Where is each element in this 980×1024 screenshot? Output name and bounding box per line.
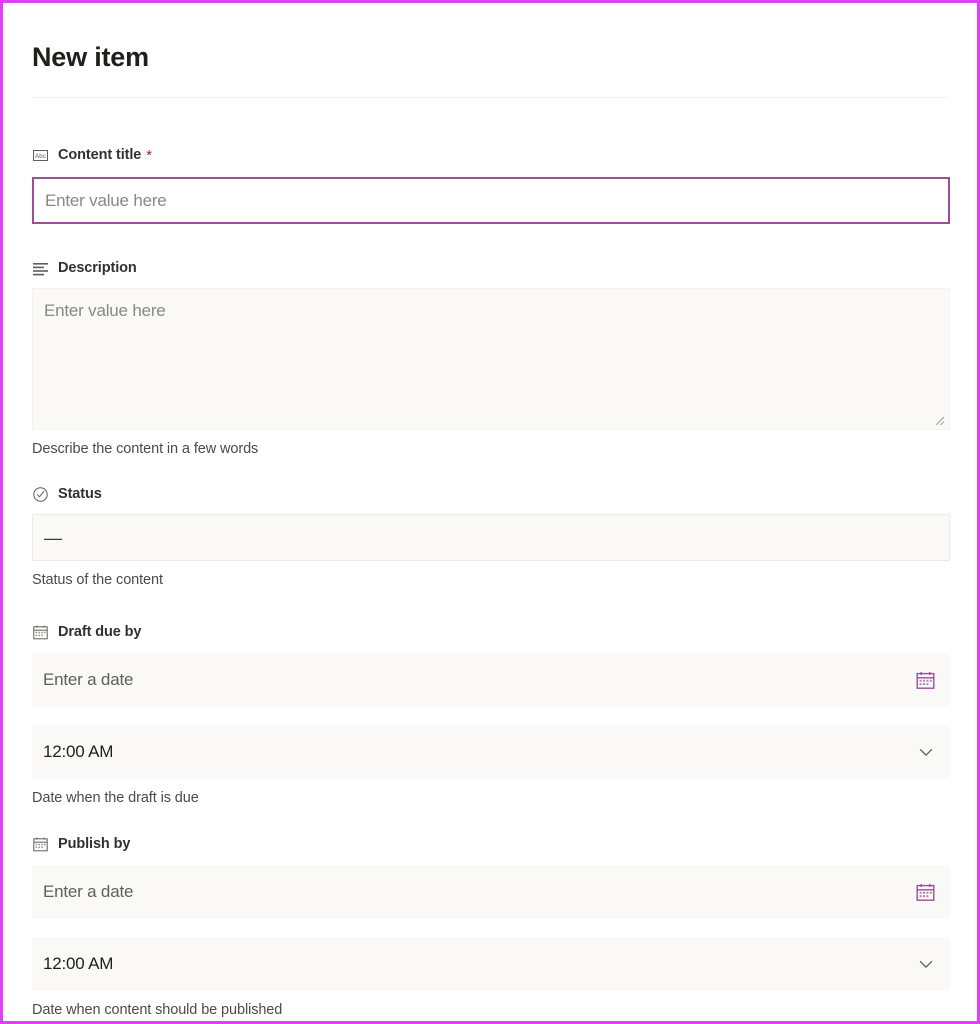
field-label-content-title: Abc Content title *: [32, 144, 950, 166]
field-content-title: Abc Content title * Enter value here: [32, 144, 950, 224]
field-label-draft-due-by: Draft due by: [32, 621, 950, 643]
circle-check-icon: [32, 486, 49, 503]
field-label-text: Draft due by: [58, 624, 142, 640]
browser-viewport-frame: New item Abc Content title * Enter value…: [0, 0, 980, 1024]
publish-by-date-placeholder: Enter a date: [43, 882, 134, 901]
publish-by-time-select[interactable]: 12:00 AM: [32, 937, 950, 991]
status-value: —: [44, 527, 62, 548]
chevron-down-icon[interactable]: [915, 953, 937, 975]
multiline-text-icon: [32, 260, 49, 277]
content-title-placeholder: Enter value here: [45, 190, 167, 210]
status-select[interactable]: —: [32, 514, 950, 561]
field-description: Description Enter value here Describe th…: [32, 257, 950, 459]
field-label-text: Publish by: [58, 836, 131, 852]
calendar-icon: [32, 836, 49, 853]
calendar-icon[interactable]: [914, 881, 936, 903]
new-item-form-panel: New item Abc Content title * Enter value…: [3, 3, 977, 1021]
draft-due-by-date-placeholder: Enter a date: [43, 670, 134, 689]
required-indicator: *: [146, 146, 153, 164]
status-helper-text: Status of the content: [32, 572, 163, 588]
field-label-status: Status: [32, 483, 950, 505]
description-textarea[interactable]: Enter value here: [32, 288, 950, 430]
content-title-input[interactable]: Enter value here: [32, 177, 950, 224]
draft-due-by-time-value: 12:00 AM: [43, 742, 114, 761]
field-status: Status — Status of the content: [32, 483, 950, 590]
draft-due-by-time-select[interactable]: 12:00 AM: [32, 725, 950, 779]
publish-by-helper-text: Date when content should be published: [32, 1002, 283, 1018]
description-placeholder: Enter value here: [44, 301, 166, 320]
abc-text-icon: Abc: [32, 147, 49, 164]
calendar-icon[interactable]: [914, 669, 936, 691]
publish-by-date-input[interactable]: Enter a date: [32, 865, 950, 919]
field-label-description: Description: [32, 257, 950, 279]
publish-by-time-value: 12:00 AM: [43, 954, 114, 973]
header-divider: [32, 97, 948, 98]
field-label-text: Description: [58, 260, 137, 276]
chevron-down-icon[interactable]: [915, 741, 937, 763]
calendar-icon: [32, 624, 49, 641]
field-publish-by: Publish by Enter a date 12:00 AM Date wh…: [32, 833, 950, 1020]
draft-due-by-date-input[interactable]: Enter a date: [32, 653, 950, 707]
svg-text:Abc: Abc: [35, 153, 46, 160]
field-label-text: Content title: [58, 147, 142, 163]
description-helper-text: Describe the content in a few words: [32, 441, 259, 457]
draft-due-by-helper-text: Date when the draft is due: [32, 790, 199, 806]
field-label-publish-by: Publish by: [32, 833, 950, 855]
field-label-text: Status: [58, 486, 102, 502]
resize-grip-handle[interactable]: [931, 412, 945, 426]
field-draft-due-by: Draft due by Enter a date 12:00 AM Date …: [32, 621, 950, 808]
page-title: New item: [32, 42, 149, 72]
